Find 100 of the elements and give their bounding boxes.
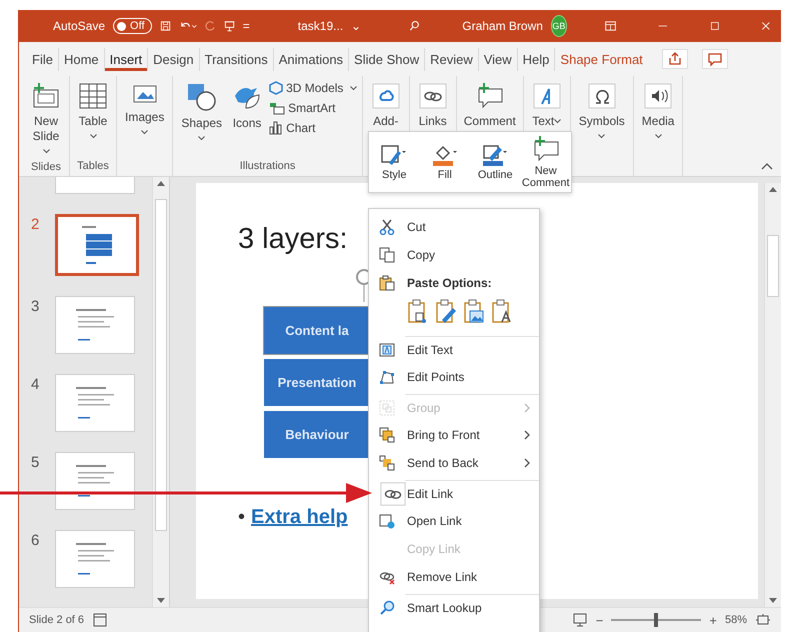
zoom-slider-thumb[interactable] [654, 613, 658, 627]
scissors-icon [379, 219, 395, 235]
thumbnail-preview [82, 226, 112, 264]
link-icon [379, 480, 407, 508]
ribbon-button[interactable]: Comment [460, 80, 519, 131]
paste-option-icon[interactable] [491, 299, 513, 325]
customize-toolbar-button[interactable]: = [242, 19, 250, 33]
zoom-out-button[interactable]: − [596, 612, 604, 628]
hyperlink[interactable]: Extra help [251, 506, 348, 529]
copy-icon [379, 247, 395, 263]
ribbon-button[interactable]: Shapes [177, 80, 226, 148]
ribbon-tab[interactable]: Slide Show [349, 48, 426, 70]
menu-item[interactable]: Bring to Front [369, 421, 539, 449]
ribbon-button[interactable]: Links [414, 80, 452, 131]
diagram-box[interactable]: Presentation [264, 359, 370, 406]
shape-style-icon [380, 143, 408, 167]
maximize-icon[interactable] [710, 19, 720, 33]
scroll-down-icon[interactable] [769, 598, 777, 604]
table-icon [78, 82, 108, 110]
file-name[interactable]: task19... [298, 19, 344, 33]
ribbon-button[interactable]: Icons [228, 80, 266, 133]
scroll-down-icon[interactable] [157, 598, 165, 604]
paste-option-icon[interactable] [435, 299, 457, 325]
menu-item[interactable]: Copy [369, 241, 539, 269]
chevron-right-icon [523, 458, 531, 468]
share-icon[interactable] [662, 49, 688, 69]
ribbon-button[interactable]: Add- [366, 80, 405, 131]
ribbon-button[interactable]: New Slide [27, 80, 65, 161]
mini-toolbar-button[interactable]: Outline [472, 143, 518, 181]
ribbon-button[interactable]: Text [528, 80, 566, 131]
ribbon-button[interactable]: Table [74, 80, 112, 146]
notes-icon[interactable] [92, 613, 108, 627]
add-in-icon [370, 82, 401, 110]
group-label: Illustrations [238, 160, 296, 174]
omega-icon [586, 82, 617, 110]
slide-number: 4 [31, 375, 40, 393]
ribbon-tab[interactable]: Shape Format [555, 48, 648, 70]
scroll-up-icon[interactable] [157, 180, 165, 186]
diagram-box[interactable]: Content la [264, 307, 370, 354]
slide-number: 6 [31, 531, 40, 549]
edit-points-icon [379, 369, 395, 385]
slide-thumbnail[interactable] [55, 214, 139, 276]
slide-thumbnail[interactable] [55, 374, 135, 432]
ribbon-tab[interactable]: View [478, 48, 518, 70]
caret-icon [90, 134, 96, 140]
caret-icon [350, 86, 357, 90]
bullet-icon: • [238, 506, 246, 529]
user-name: Graham Brown [462, 19, 543, 33]
ribbon-tab[interactable]: Insert [104, 48, 148, 70]
smartart-icon [269, 101, 286, 115]
ribbon-tab[interactable]: File [27, 48, 59, 70]
scrollbar[interactable] [764, 183, 781, 607]
thumbnail-preview [76, 387, 114, 419]
menu-item[interactable]: Cut [369, 213, 539, 241]
ribbon-button[interactable]: Chart [268, 120, 358, 136]
ribbon-tab[interactable]: Transitions [200, 48, 274, 70]
ribbon-tab[interactable]: Review [425, 48, 479, 70]
ribbon-tab[interactable]: Design [148, 48, 200, 70]
diagram-box[interactable]: Behaviour [264, 411, 370, 458]
scroll-up-icon[interactable] [769, 186, 777, 192]
zoom-level[interactable]: 58% [724, 614, 747, 626]
ribbon-button[interactable]: Media [638, 80, 678, 146]
paste-option-icon[interactable] [407, 299, 429, 325]
collapse-ribbon-icon[interactable] [761, 162, 773, 170]
mini-toolbar-button[interactable]: New Comment [522, 135, 569, 189]
slide-thumbnail[interactable] [55, 452, 135, 510]
scroll-thumb[interactable] [155, 199, 167, 531]
chevron-right-icon [523, 430, 531, 440]
slide-thumbnail[interactable] [55, 296, 135, 354]
fit-slide-icon[interactable] [755, 613, 771, 627]
ribbon-button[interactable]: SmartArt [268, 100, 358, 116]
thumbnail-preview [76, 465, 114, 497]
menu-item[interactable]: Edit Points [369, 363, 539, 391]
scroll-thumb[interactable] [767, 235, 779, 297]
caret-icon [141, 130, 148, 136]
menu-item[interactable]: Send to Back [369, 449, 539, 477]
ribbon-tab[interactable]: Help [518, 48, 556, 70]
ribbon-button[interactable]: 3D Models [268, 80, 358, 96]
menu-item[interactable]: Open Link [369, 507, 539, 535]
ribbon-button[interactable]: Images [121, 80, 168, 142]
zoom-in-button[interactable]: + [709, 612, 717, 628]
slide-title: 3 layers: [238, 223, 348, 256]
paste-option-icon[interactable] [463, 299, 485, 325]
ribbon-button[interactable]: Symbols [574, 80, 629, 146]
mini-toolbar-button[interactable]: Fill [422, 143, 468, 181]
slideshow-icon[interactable] [572, 613, 588, 627]
ribbon-tab[interactable]: Home [58, 48, 105, 70]
scrollbar[interactable] [152, 177, 169, 607]
caret-icon[interactable]: ⌄ [351, 19, 362, 33]
slide-thumbnail[interactable] [55, 177, 135, 194]
ribbon-display-icon[interactable] [604, 19, 616, 33]
ribbon-tab[interactable]: Animations [274, 48, 350, 70]
mini-toolbar-button[interactable]: Style [371, 143, 418, 181]
comments-icon[interactable] [702, 49, 728, 69]
autosave-toggle[interactable]: Off [113, 18, 152, 34]
slide-number: 5 [31, 453, 40, 471]
speaker-icon [643, 82, 674, 110]
thumbnail-preview [76, 543, 114, 575]
menu-item[interactable]: Remove Link [369, 563, 539, 591]
slide-thumbnail[interactable] [55, 530, 135, 588]
